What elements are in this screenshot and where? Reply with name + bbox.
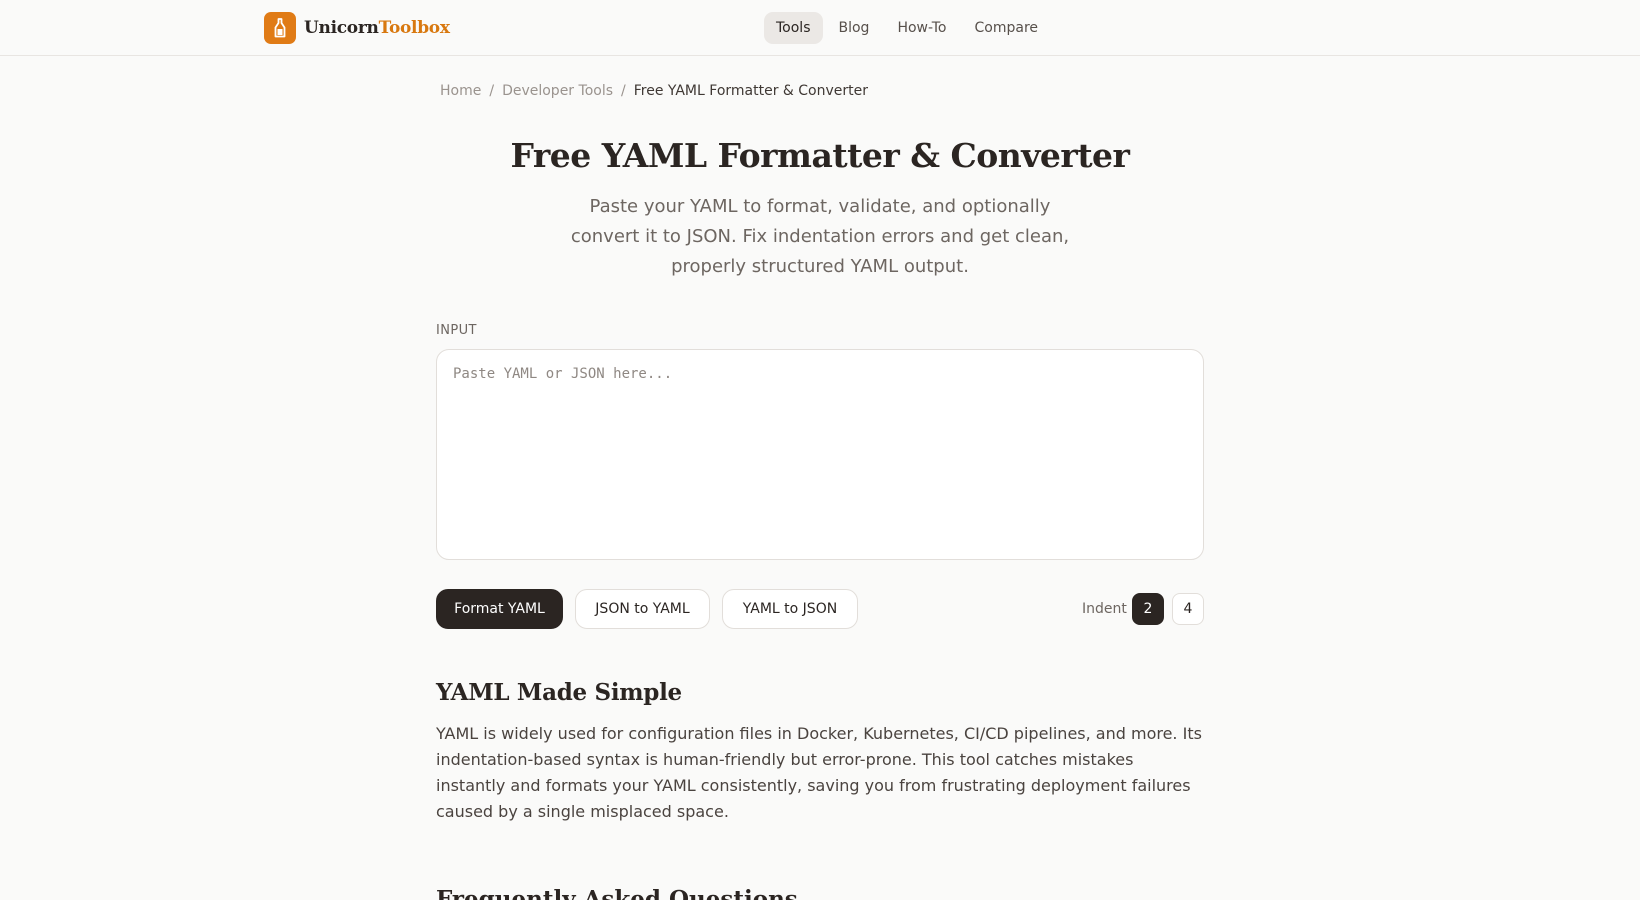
breadcrumb-home[interactable]: Home — [440, 82, 481, 100]
bottle-icon — [264, 12, 296, 44]
yaml-to-json-button[interactable]: YAML to JSON — [722, 589, 858, 629]
section-title: YAML Made Simple — [436, 679, 682, 706]
breadcrumb-separator: / — [621, 83, 626, 99]
indent-label: Indent — [1082, 601, 1127, 617]
brand-name: UnicornToolbox — [304, 18, 450, 38]
input-label: INPUT — [436, 323, 477, 338]
indent-option-2[interactable]: 2 — [1132, 593, 1164, 625]
faq-title: Frequently Asked Questions — [436, 886, 798, 900]
breadcrumb: Home / Developer Tools / Free YAML Forma… — [440, 82, 868, 100]
brand-primary: Unicorn — [304, 18, 379, 38]
breadcrumb-developer-tools[interactable]: Developer Tools — [502, 82, 613, 100]
breadcrumb-separator: / — [489, 83, 495, 99]
main-nav: Tools Blog How-To Compare — [764, 12, 1054, 44]
page-title: Free YAML Formatter & Converter — [510, 136, 1130, 175]
breadcrumb-current: Free YAML Formatter & Converter — [633, 83, 869, 99]
page-subtitle: Paste your YAML to format, validate, and… — [570, 196, 1070, 277]
input-box — [436, 349, 1204, 560]
nav-how-to[interactable]: How-To — [885, 12, 958, 44]
yaml-input[interactable] — [453, 364, 1187, 545]
format-yaml-button[interactable]: Format YAML — [436, 589, 563, 629]
json-to-yaml-button[interactable]: JSON to YAML — [575, 589, 710, 629]
nav-blog[interactable]: Blog — [827, 12, 882, 44]
section-body: YAML is widely used for configuration fi… — [436, 724, 1202, 821]
site-logo[interactable]: UnicornToolbox — [264, 12, 450, 44]
site-header: UnicornToolbox Tools Blog How-To Compare — [0, 0, 1640, 56]
nav-tools[interactable]: Tools — [764, 12, 823, 44]
indent-option-4[interactable]: 4 — [1172, 593, 1204, 625]
brand-secondary: Toolbox — [378, 18, 450, 38]
nav-compare[interactable]: Compare — [963, 12, 1051, 44]
